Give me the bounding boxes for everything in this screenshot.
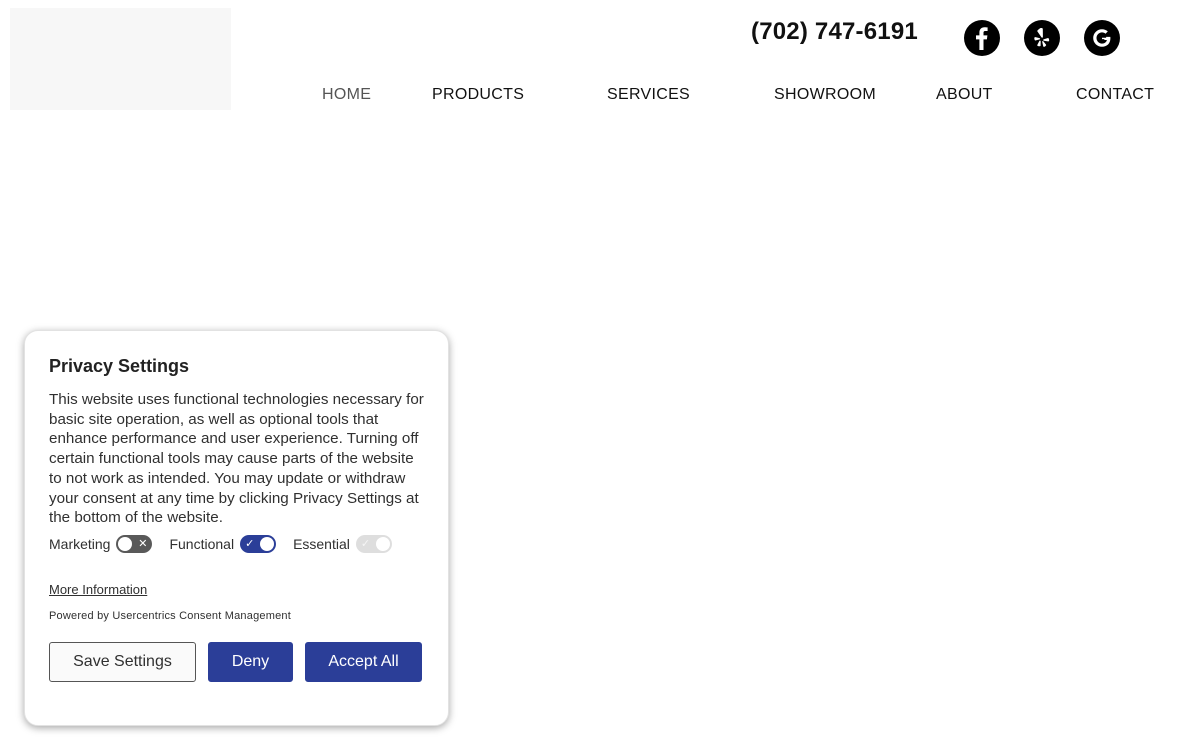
- nav-item-services[interactable]: SERVICES: [607, 86, 690, 104]
- deny-button[interactable]: Deny: [208, 641, 293, 682]
- check-icon: ✓: [360, 537, 371, 550]
- consent-toggles: Marketing ✕ Functional ✓ Essential ✓: [49, 534, 424, 553]
- marketing-toggle[interactable]: ✕: [116, 534, 153, 553]
- toggle-knob: [118, 536, 133, 551]
- functional-toggle-label: Functional: [169, 535, 235, 552]
- privacy-settings-dialog: Privacy Settings This website uses funct…: [24, 330, 449, 726]
- powered-by-text: Powered by Usercentrics Consent Manageme…: [49, 609, 291, 622]
- yelp-link[interactable]: [1024, 20, 1060, 56]
- functional-toggle[interactable]: ✓: [240, 534, 277, 553]
- check-icon: ✓: [245, 537, 255, 550]
- phone-number[interactable]: (702) 747-6191: [751, 18, 918, 46]
- nav-item-home[interactable]: HOME: [322, 86, 371, 104]
- toggle-knob: [375, 536, 390, 551]
- essential-toggle: ✓: [355, 534, 392, 553]
- nav-item-contact[interactable]: CONTACT: [1076, 86, 1154, 104]
- site-logo[interactable]: [10, 8, 231, 110]
- dialog-buttons: Save Settings Deny Accept All: [49, 641, 424, 682]
- more-information-link[interactable]: More Information: [49, 582, 147, 597]
- essential-toggle-label: Essential: [293, 535, 350, 552]
- nav-item-about[interactable]: ABOUT: [936, 86, 993, 104]
- nav-item-showroom[interactable]: SHOWROOM: [774, 86, 876, 104]
- toggle-knob: [260, 536, 275, 551]
- google-link[interactable]: [1084, 20, 1120, 56]
- accept-all-button[interactable]: Accept All: [305, 641, 422, 682]
- marketing-toggle-label: Marketing: [49, 535, 111, 552]
- facebook-icon: [976, 27, 988, 50]
- yelp-icon: [1034, 28, 1050, 47]
- dialog-title: Privacy Settings: [49, 356, 190, 376]
- nav-item-products[interactable]: PRODUCTS: [432, 86, 524, 104]
- marketing-toggle-group: Marketing ✕: [49, 534, 153, 553]
- facebook-link[interactable]: [964, 20, 1000, 56]
- google-icon: [1093, 29, 1111, 47]
- x-icon: ✕: [138, 537, 148, 550]
- functional-toggle-group: Functional ✓: [169, 534, 277, 553]
- essential-toggle-group: Essential ✓: [293, 534, 392, 553]
- dialog-description: This website uses functional technologie…: [49, 391, 424, 527]
- save-settings-button[interactable]: Save Settings: [49, 641, 196, 682]
